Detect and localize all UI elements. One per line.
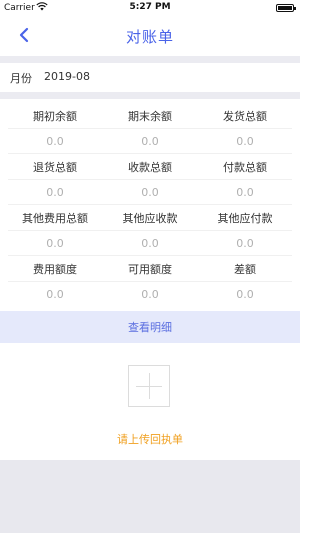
footer-area	[0, 460, 300, 533]
grid-label: 发货总额	[223, 110, 267, 123]
divider	[8, 204, 292, 205]
grid-value: 0.0	[46, 237, 64, 250]
divider	[8, 128, 292, 129]
grid-label: 其他费用总额	[22, 212, 88, 225]
month-value: 2019-08	[44, 70, 90, 83]
battery-icon	[276, 4, 296, 12]
grid-value: 0.0	[141, 135, 159, 148]
grid-value: 0.0	[236, 237, 254, 250]
grid-label: 可用额度	[128, 263, 172, 276]
grid-label: 期初余额	[33, 110, 77, 123]
page-title: 对账单	[125, 28, 174, 46]
divider	[0, 56, 300, 63]
plus-icon-vertical	[149, 373, 150, 399]
nav-bar: 对账单	[0, 16, 300, 56]
grid-value: 0.0	[236, 288, 254, 301]
grid-value: 0.0	[141, 288, 159, 301]
grid-label: 差额	[234, 263, 256, 276]
upload-hint: 请上传回执单	[117, 433, 183, 446]
divider	[8, 255, 292, 256]
grid-value: 0.0	[141, 237, 159, 250]
grid-label: 其他应收款	[122, 212, 178, 225]
grid-value: 0.0	[46, 135, 64, 148]
divider	[8, 230, 292, 231]
month-label: 月份	[10, 72, 32, 85]
grid-label: 收款总额	[128, 161, 172, 174]
grid-value: 0.0	[46, 186, 64, 199]
grid-label: 其他应付款	[217, 212, 273, 225]
grid-label: 期末余额	[128, 110, 172, 123]
divider	[8, 281, 292, 282]
divider	[0, 92, 300, 99]
grid-value: 0.0	[46, 288, 64, 301]
grid-label: 费用额度	[33, 263, 77, 276]
status-bar: Carrier 5:27 PM	[0, 0, 300, 16]
grid-label: 退货总额	[33, 161, 77, 174]
divider	[8, 179, 292, 180]
grid-label: 付款总额	[223, 161, 267, 174]
upload-receipt-button[interactable]	[128, 365, 170, 407]
grid-value: 0.0	[236, 186, 254, 199]
grid-value: 0.0	[236, 135, 254, 148]
grid-value: 0.0	[141, 186, 159, 199]
month-selector[interactable]: 月份 2019-08	[0, 63, 300, 91]
clock: 5:27 PM	[129, 2, 171, 12]
divider	[8, 153, 292, 154]
view-details-button[interactable]: 查看明细	[0, 311, 300, 343]
